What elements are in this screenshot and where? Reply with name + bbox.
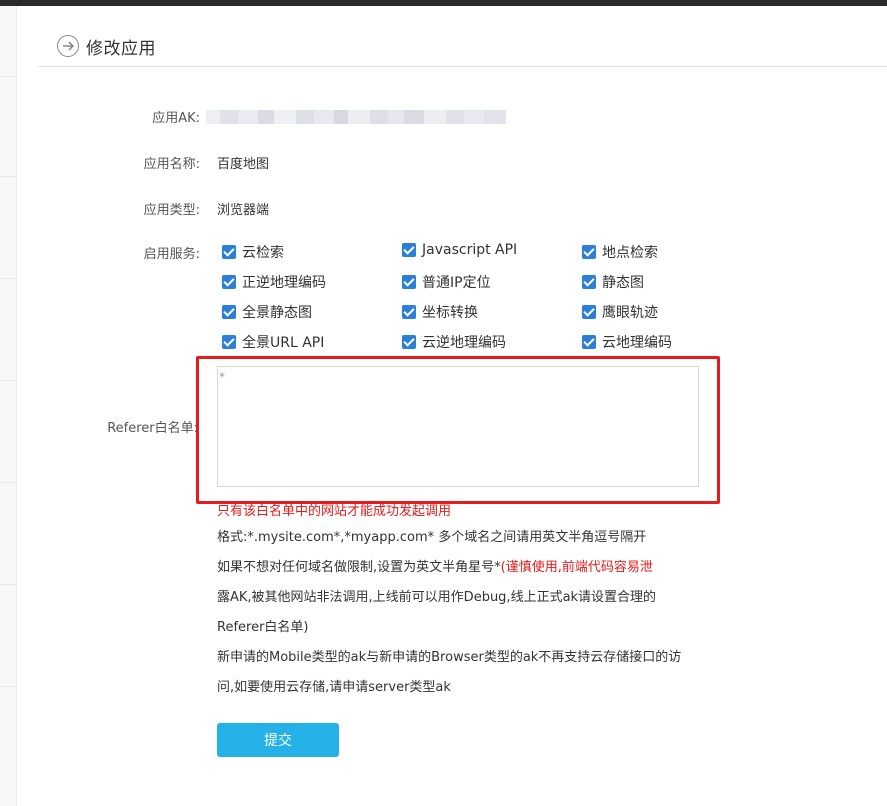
service-checkbox-cloud-geocoding[interactable]: 云地理编码 <box>582 332 672 352</box>
storage-hint-line-1: 新申请的Mobile类型的ak与新申请的Browser类型的ak不再支持云存储接… <box>217 650 682 665</box>
service-checkbox-coord-convert[interactable]: 坐标转换 <box>402 302 478 322</box>
service-checkbox-panorama-url[interactable]: 全景URL API <box>222 332 324 352</box>
ak-value-blurred <box>206 108 506 126</box>
wildcard-warning-line-3: Referer白名单) <box>217 620 309 635</box>
app-type-label: 应用类型: <box>143 203 200 218</box>
service-checkbox-cloud-reverse-geocoding[interactable]: 云逆地理编码 <box>402 332 506 352</box>
service-checkbox-javascript-api[interactable]: Javascript API <box>402 242 517 258</box>
service-checkbox-geocoding[interactable]: 正逆地理编码 <box>222 272 326 292</box>
checkbox-checked-icon <box>222 305 236 319</box>
service-checkbox-eagle-eye[interactable]: 鹰眼轨迹 <box>582 302 658 322</box>
wildcard-hint: 如果不想对任何域名做限制,设置为英文半角星号*(谨慎使用,前端代码容易泄 <box>217 560 653 575</box>
services-label: 启用服务: <box>143 247 200 262</box>
app-type-value: 浏览器端 <box>217 203 270 218</box>
service-checkbox-place-search[interactable]: 地点检索 <box>582 242 658 262</box>
storage-hint-line-2: 问,如要使用云存储,请申请server类型ak <box>217 680 451 695</box>
submit-button[interactable]: 提交 <box>217 723 339 757</box>
checkbox-checked-icon <box>582 245 596 259</box>
referer-label: Referer白名单: <box>107 421 198 436</box>
left-sidebar-strip <box>0 6 17 806</box>
app-name-value: 百度地图 <box>217 157 270 172</box>
checkbox-checked-icon <box>402 335 416 349</box>
checkbox-checked-icon <box>402 243 416 257</box>
app-name-label: 应用名称: <box>143 157 200 172</box>
referer-whitelist-textarea[interactable]: * <box>217 366 699 487</box>
checkbox-checked-icon <box>222 335 236 349</box>
page-header: 修改应用 <box>38 26 887 67</box>
service-checkbox-panorama-static[interactable]: 全景静态图 <box>222 302 312 322</box>
service-checkbox-cloud-search[interactable]: 云检索 <box>222 242 284 262</box>
top-bar <box>0 0 887 6</box>
arrow-right-circle-icon <box>57 35 79 57</box>
checkbox-checked-icon <box>402 275 416 289</box>
ak-label: 应用AK: <box>152 111 200 126</box>
wildcard-warning-line-2: 露AK,被其他网站非法调用,上线前可以用作Debug,线上正式ak请设置合理的 <box>217 590 657 605</box>
referer-note: 只有该白名单中的网站才能成功发起调用 <box>217 504 452 519</box>
checkbox-checked-icon <box>222 245 236 259</box>
service-checkbox-static-map[interactable]: 静态图 <box>582 272 644 292</box>
service-checkbox-ip-location[interactable]: 普通IP定位 <box>402 272 491 292</box>
checkbox-checked-icon <box>582 335 596 349</box>
format-hint: 格式:*.mysite.com*,*myapp.com* 多个域名之间请用英文半… <box>217 530 647 545</box>
checkbox-checked-icon <box>582 305 596 319</box>
checkbox-checked-icon <box>222 275 236 289</box>
checkbox-checked-icon <box>402 305 416 319</box>
checkbox-checked-icon <box>582 275 596 289</box>
page-title: 修改应用 <box>86 39 156 59</box>
